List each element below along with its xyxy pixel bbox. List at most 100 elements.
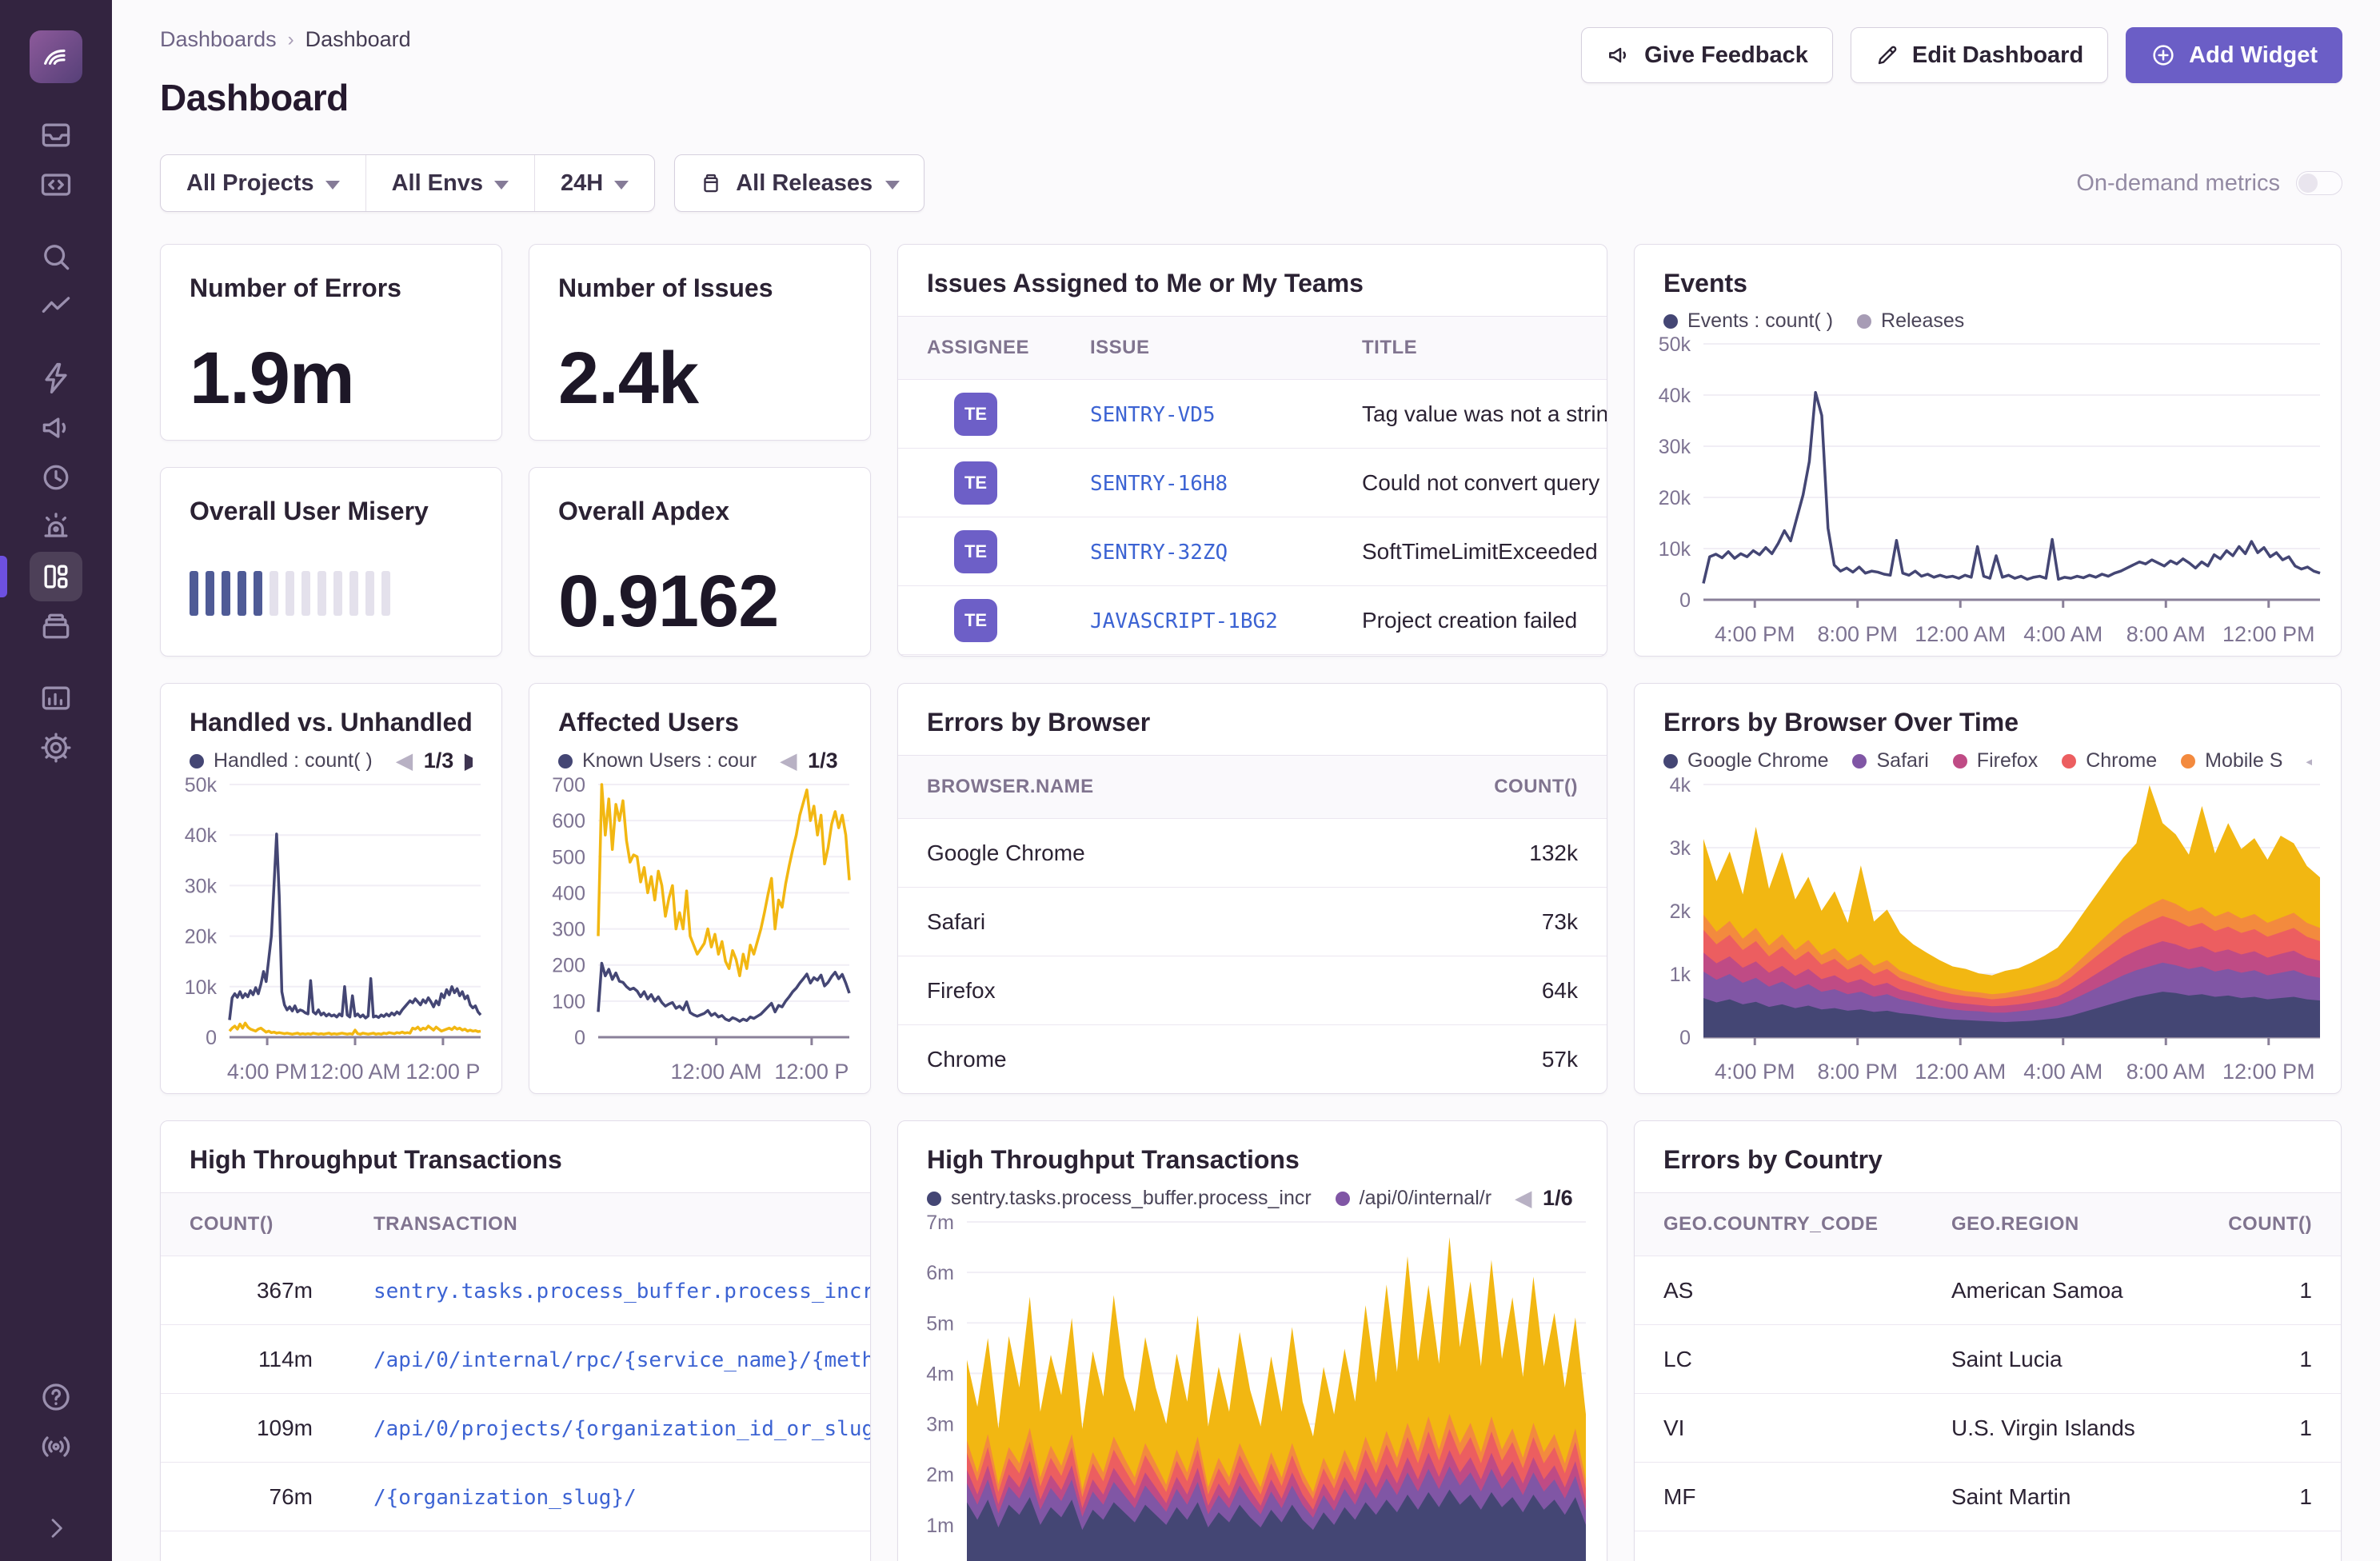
widget-title: Errors by Browser [927, 708, 1578, 737]
column-header[interactable]: BROWSER.NAME [898, 776, 1431, 798]
widget-errors-by-browser-over-time[interactable]: Errors by Browser Over Time Google Chrom… [1634, 683, 2342, 1094]
pager-prev-icon[interactable]: ◀ [397, 749, 413, 773]
breadcrumb: Dashboards › Dashboard [160, 27, 411, 52]
table-row[interactable]: LCSaint Lucia1 [1635, 1325, 2341, 1394]
legend-item[interactable]: Events : count( ) [1663, 309, 1833, 333]
table-row[interactable]: Chrome57k [898, 1025, 1607, 1094]
widget-apdex[interactable]: Overall Apdex 0.9162 [529, 467, 871, 657]
sidebar-item-dashboards[interactable] [30, 552, 82, 601]
table-row[interactable]: 109m/api/0/projects/{organization_id_or_… [161, 1394, 870, 1463]
date-range-filter[interactable]: 24H [534, 155, 654, 211]
table-cell: TE [898, 599, 1061, 642]
svg-text:8:00 PM: 8:00 PM [1817, 1060, 1898, 1084]
project-filter[interactable]: All Projects [161, 155, 365, 211]
legend-item[interactable]: sentry.tasks.process_buffer.process_incr [927, 1187, 1312, 1210]
table-row[interactable]: Safari73k [898, 888, 1607, 956]
widget-errors-by-country[interactable]: Errors by Country GEO.COUNTRY_CODEGEO.RE… [1634, 1120, 2342, 1561]
widget-events[interactable]: Events Events : count( )Releases 010k20k… [1634, 244, 2342, 657]
table-link[interactable]: /{organization_slug}/ [373, 1486, 637, 1510]
widget-number-of-issues[interactable]: Number of Issues 2.4k [529, 244, 871, 441]
svg-text:30k: 30k [1659, 436, 1691, 458]
widget-user-misery[interactable]: Overall User Misery [160, 467, 502, 657]
column-header[interactable]: GEO.COUNTRY_CODE [1635, 1213, 1923, 1236]
sidebar-item-starfish[interactable] [30, 353, 82, 403]
legend-item[interactable]: Handled : count( ) [190, 749, 373, 773]
releases-filter[interactable]: All Releases [674, 154, 924, 212]
widget-title: Handled vs. Unhandled [190, 708, 473, 737]
sidebar-item-whats-new[interactable] [30, 1422, 82, 1471]
widget-errors-by-browser[interactable]: Errors by Browser BROWSER.NAMECOUNT() Goo… [897, 683, 1607, 1094]
widget-number-of-errors[interactable]: Number of Errors 1.9m [160, 244, 502, 441]
sidebar-item-search[interactable] [30, 232, 82, 281]
edit-dashboard-button[interactable]: Edit Dashboard [1851, 27, 2108, 83]
table-row[interactable]: Google Chrome132k [898, 819, 1607, 888]
give-feedback-button[interactable]: Give Feedback [1581, 27, 1833, 83]
column-header[interactable]: ISSUE [1061, 337, 1333, 359]
table-row[interactable]: 114m/api/0/internal/rpc/{service_name}/{… [161, 1325, 870, 1394]
add-widget-button[interactable]: Add Widget [2126, 27, 2342, 83]
svg-text:20k: 20k [185, 926, 218, 948]
legend-item[interactable]: Known Users : cour [558, 749, 757, 773]
release-box-icon [699, 171, 723, 195]
legend-item[interactable]: Chrome [2062, 749, 2157, 773]
column-header[interactable]: COUNT() [2197, 1213, 2341, 1236]
table-link[interactable]: JAVASCRIPT-1BG2 [1090, 609, 1278, 633]
widget-handled-vs-unhandled[interactable]: Handled vs. Unhandled Handled : count( )… [160, 683, 502, 1094]
sidebar-item-replays[interactable] [30, 453, 82, 502]
table-row[interactable]: VIU.S. Virgin Islands1 [1635, 1394, 2341, 1463]
table-link[interactable]: SENTRY-VD5 [1090, 403, 1216, 427]
sidebar-item-alerts[interactable] [30, 502, 82, 552]
sidebar-item-help[interactable] [30, 1372, 82, 1422]
column-header[interactable]: TRANSACTION [345, 1213, 870, 1236]
sidebar-collapse[interactable] [30, 1503, 82, 1553]
column-header[interactable]: GEO.REGION [1923, 1213, 2197, 1236]
sidebar-item-releases[interactable] [30, 601, 82, 651]
svg-text:4:00 AM: 4:00 AM [2023, 1060, 2102, 1084]
table-row[interactable]: TESENTRY-VD5Tag value was not a strin [898, 380, 1607, 449]
widget-affected-users[interactable]: Affected Users Known Users : cour◀1/3▶ 0… [529, 683, 871, 1094]
table-row[interactable]: TESENTRY-16H8Could not convert query [898, 449, 1607, 517]
table-row[interactable]: ASAmerican Samoa1 [1635, 1256, 2341, 1325]
table-link[interactable]: SENTRY-32ZQ [1090, 541, 1228, 565]
legend-item[interactable]: Mobile S [2181, 749, 2282, 773]
legend-item[interactable]: Safari [1852, 749, 1928, 773]
table-row[interactable]: MFSaint Martin1 [1635, 1463, 2341, 1531]
ondemand-metrics-toggle[interactable] [2296, 171, 2342, 195]
pager-prev-icon[interactable]: ◀ [1515, 1186, 1531, 1211]
table-link[interactable]: sentry.tasks.process_buffer.process_incr [373, 1280, 870, 1303]
breadcrumb-root[interactable]: Dashboards [160, 27, 277, 52]
widget-high-throughput-table[interactable]: High Throughput Transactions COUNT()TRAN… [160, 1120, 871, 1561]
table-row[interactable]: TEJAVASCRIPT-1BG2Project creation failed [898, 586, 1607, 655]
table-link[interactable]: SENTRY-16H8 [1090, 472, 1228, 496]
pager-prev-icon[interactable]: ◀ [781, 749, 797, 773]
sidebar-item-issues[interactable] [30, 110, 82, 160]
table-link[interactable]: /api/0/projects/{organization_id_or_slug… [373, 1417, 870, 1441]
table-row[interactable]: Firefox64k [898, 956, 1607, 1025]
chart-svg: 01m2m3m4m5m6m7m4:00 PM8:00 PM12:00 AM4:0… [898, 1211, 1607, 1561]
chart-svg: 010020030040050060070012:00 AM12:00 P [529, 773, 870, 1093]
legend-item[interactable]: /api/0/internal/r [1336, 1187, 1491, 1210]
widget-high-throughput-chart[interactable]: High Throughput Transactions sentry.task… [897, 1120, 1607, 1561]
sentry-logo[interactable] [30, 30, 82, 83]
column-header[interactable]: COUNT() [161, 1213, 345, 1236]
column-header[interactable]: TITLE [1333, 337, 1607, 359]
chart-legend: Events : count( ) Releases [1663, 309, 2312, 333]
pager-next-icon[interactable]: ▶ [465, 749, 473, 773]
sidebar-item-performance[interactable] [30, 281, 82, 331]
table-row[interactable]: 76m/{organization_slug}/ [161, 1463, 870, 1531]
sidebar-item-user-feedback[interactable] [30, 403, 82, 453]
legend-item[interactable]: Releases [1857, 309, 1964, 333]
table-row[interactable]: 367msentry.tasks.process_buffer.process_… [161, 1256, 870, 1325]
environment-filter[interactable]: All Envs [365, 155, 534, 211]
column-header[interactable]: ASSIGNEE [898, 337, 1061, 359]
sidebar-item-settings[interactable] [30, 723, 82, 773]
table-row[interactable]: TESENTRY-32ZQSoftTimeLimitExceeded [898, 517, 1607, 586]
sidebar-item-stats[interactable] [30, 673, 82, 723]
widget-issues-assigned[interactable]: Issues Assigned to Me or My Teams ASSIGN… [897, 244, 1607, 657]
legend-item[interactable]: Firefox [1953, 749, 2038, 773]
pager-prev-icon[interactable]: ◀ [2306, 749, 2312, 773]
table-link[interactable]: /api/0/internal/rpc/{service_name}/{meth… [373, 1348, 870, 1372]
legend-item[interactable]: Google Chrome [1663, 749, 1828, 773]
sidebar-item-projects[interactable] [30, 160, 82, 210]
column-header[interactable]: COUNT() [1431, 776, 1607, 798]
